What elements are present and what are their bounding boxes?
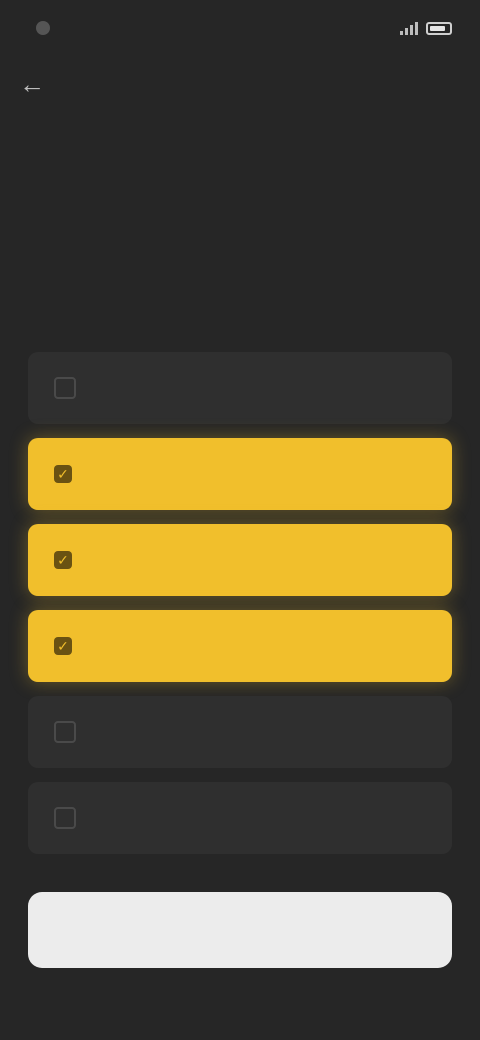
- option-emoji: [396, 631, 426, 661]
- check-icon: ✓: [54, 551, 72, 569]
- option-item[interactable]: ✓: [28, 438, 452, 510]
- option-item[interactable]: ✓: [28, 610, 452, 682]
- check-icon: ✓: [54, 465, 72, 483]
- option-emoji: [396, 803, 426, 833]
- back-arrow-icon: ←: [19, 68, 45, 99]
- option-emoji: [396, 373, 426, 403]
- signal-icon: [400, 21, 418, 35]
- option-item[interactable]: ✓: [28, 524, 452, 596]
- option-emoji: [396, 717, 426, 747]
- option-item[interactable]: ✓: [28, 696, 452, 768]
- check-icon: ✓: [54, 721, 76, 743]
- status-right: [400, 21, 452, 35]
- status-left: [36, 21, 60, 35]
- back-button[interactable]: ←: [12, 64, 52, 104]
- check-icon: ✓: [54, 637, 72, 655]
- check-icon: ✓: [54, 377, 76, 399]
- check-icon: ✓: [54, 807, 76, 829]
- status-bar: [0, 0, 480, 56]
- status-app-icon: [36, 21, 50, 35]
- option-item[interactable]: ✓: [28, 782, 452, 854]
- option-emoji: [396, 545, 426, 575]
- options-list: ✓ ✓ ✓ ✓ ✓ ✓: [28, 352, 452, 854]
- option-emoji: [396, 459, 426, 489]
- option-item[interactable]: ✓: [28, 352, 452, 424]
- continue-button[interactable]: [28, 892, 452, 968]
- battery-icon: [426, 21, 452, 35]
